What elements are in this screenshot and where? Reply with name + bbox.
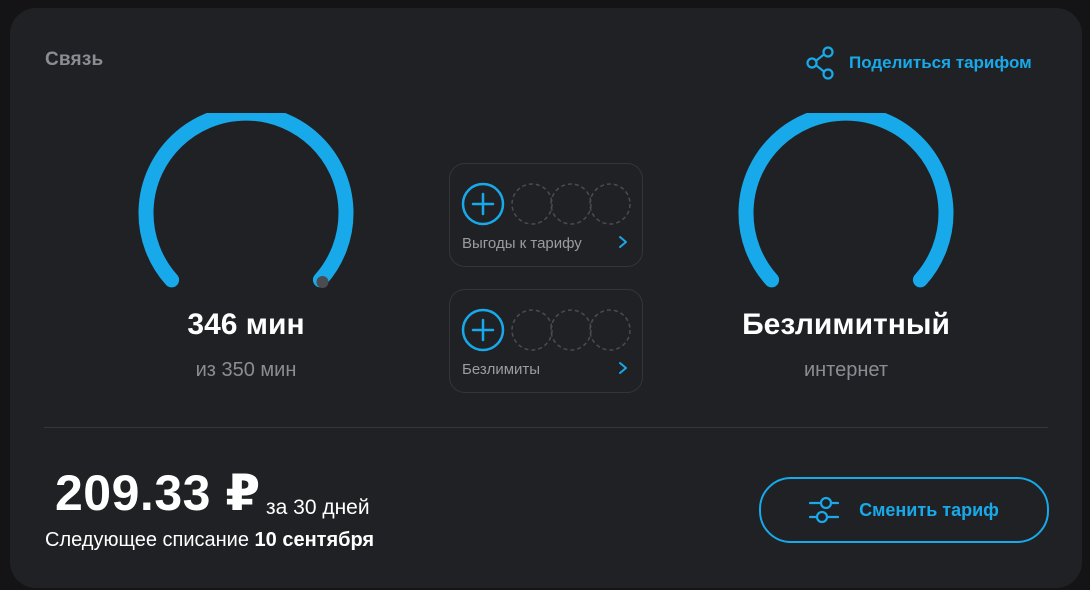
share-tariff-label: Поделиться тарифом [849, 53, 1032, 72]
tariff-price: 209.33 ₽ [55, 465, 261, 521]
benefits-slots [461, 182, 631, 226]
internet-value: Безлимитный [742, 308, 950, 341]
change-tariff-button[interactable]: Сменить тариф [759, 477, 1049, 543]
internet-gauge-arc [738, 113, 954, 288]
tariff-benefits-card[interactable]: Выгоды к тарифу [449, 163, 643, 267]
internet-gauge [731, 113, 961, 313]
divider [44, 427, 1048, 428]
share-icon [806, 46, 834, 80]
unlimited-options-label: Безлимиты [462, 361, 541, 378]
minutes-gauge-remaining-marker [316, 276, 329, 288]
change-tariff-label: Сменить тариф [859, 499, 999, 520]
next-charge-date: 10 сентября [254, 529, 375, 551]
unlimited-options-card[interactable]: Безлимиты [449, 289, 643, 393]
minutes-value: 346 мин [187, 308, 305, 341]
minutes-subtitle: из 350 мин [195, 359, 297, 381]
internet-subtitle: интернет [803, 359, 889, 381]
tariff-card: Связь Поделиться тарифом 346 мин из 350 … [10, 8, 1082, 588]
minutes-gauge [131, 113, 361, 313]
unlimited-slots [461, 308, 631, 352]
tariff-benefits-label: Выгоды к тарифу [462, 235, 582, 252]
chevron-right-icon [619, 362, 627, 374]
billing-period: за 30 дней [266, 496, 370, 519]
next-charge-label: Следующее списание [45, 529, 249, 551]
next-charge-info: Следующее списание 10 сентября [45, 529, 374, 552]
sliders-icon [809, 496, 840, 524]
share-tariff-link[interactable]: Поделиться тарифом [805, 46, 1032, 80]
minutes-gauge-arc [138, 113, 354, 288]
chevron-right-icon [619, 236, 627, 248]
section-title: Связь [45, 49, 104, 70]
